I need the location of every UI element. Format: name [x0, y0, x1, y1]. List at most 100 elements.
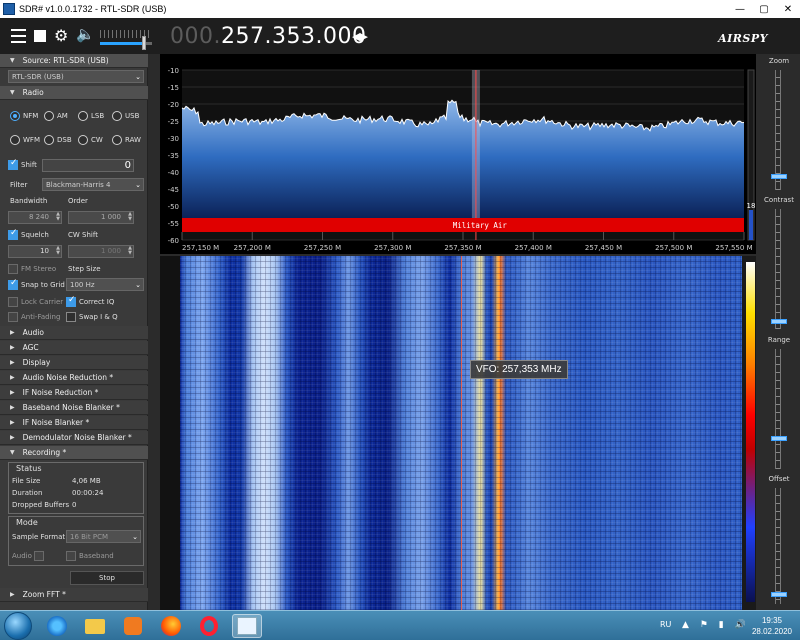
ie-taskbar-button[interactable]: [42, 614, 72, 638]
expand-arrow-icon: ▶: [10, 404, 15, 411]
snap-to-grid-checkbox[interactable]: [8, 278, 18, 290]
vfo-marker-line[interactable]: [461, 256, 462, 610]
spinner-icon[interactable]: ▲ ▼: [128, 246, 132, 256]
range-slider-handle[interactable]: [771, 436, 787, 441]
correct-iq-checkbox[interactable]: [66, 295, 76, 307]
gear-icon[interactable]: ⚙: [54, 26, 68, 45]
range-slider[interactable]: [775, 349, 781, 469]
frequency-display[interactable]: 000.257.353.000: [170, 24, 366, 49]
swap-iq-checkbox[interactable]: [66, 312, 76, 322]
mode-radio-am[interactable]: [44, 111, 54, 121]
mode-radio-usb[interactable]: [112, 111, 122, 121]
spectrum-plot[interactable]: -10 -15 -20 -25 -30 -35 -40 -45 -50 -55 -60 Militar…: [160, 54, 756, 254]
close-button[interactable]: ✕: [776, 0, 800, 18]
stop-icon[interactable]: [34, 30, 46, 42]
section-header-if-noise-reduction[interactable]: ▶ IF Noise Reduction *: [0, 386, 148, 400]
clock[interactable]: 19:35 28.02.2020: [752, 615, 792, 637]
mode-radio-lsb[interactable]: [78, 111, 88, 121]
mode-radio-wfm[interactable]: [10, 135, 20, 145]
squelch-input[interactable]: 10 ▲ ▼: [8, 245, 62, 258]
mode-radio-dsb[interactable]: [44, 135, 54, 145]
tray-icons[interactable]: ▲ ⚑ ▮ 🔊: [682, 620, 750, 630]
spinner-icon[interactable]: ▲ ▼: [128, 212, 132, 222]
mode-radio-raw[interactable]: [112, 135, 122, 145]
zoom-slider[interactable]: [775, 70, 781, 190]
spinner-icon[interactable]: ▲ ▼: [56, 246, 60, 256]
db-tick-label: -25: [168, 118, 179, 126]
start-orb-icon[interactable]: [4, 612, 32, 640]
minimize-button[interactable]: —: [728, 0, 752, 18]
section-recording-header[interactable]: ▼ Recording *: [0, 446, 148, 460]
offset-slider[interactable]: [775, 488, 781, 604]
firefox-icon: [161, 616, 181, 636]
source-device-select[interactable]: RTL-SDR (USB) ⌄: [8, 70, 144, 83]
maximize-button[interactable]: ▢: [752, 0, 776, 18]
file-size-label: File Size: [12, 477, 41, 485]
baseband-checkbox[interactable]: [66, 551, 76, 561]
lock-carrier-checkbox[interactable]: [8, 297, 18, 307]
airspy-logo: AIRSPY: [718, 32, 768, 45]
frequency-leading-digits[interactable]: 000.: [170, 24, 221, 49]
opera-taskbar-button[interactable]: [194, 614, 224, 638]
freq-tick-label: 257,300 M: [374, 244, 411, 252]
section-header-demodulator-noise-blanker[interactable]: ▶ Demodulator Noise Blanker *: [0, 431, 148, 445]
step-size-select[interactable]: 100 Hz ⌄: [66, 278, 144, 291]
freq-tick-label: 257,350 M: [444, 244, 481, 252]
section-header-agc[interactable]: ▶ AGC: [0, 341, 148, 355]
contrast-slider[interactable]: [775, 209, 781, 329]
collapse-arrow-icon: ▼: [10, 57, 15, 64]
contrast-slider-handle[interactable]: [771, 319, 787, 324]
bandwidth-input[interactable]: 8 240 ▲ ▼: [8, 211, 62, 224]
freq-tick-label: 257,500 M: [655, 244, 692, 252]
mode-radio-nfm[interactable]: [10, 111, 20, 121]
waterfall-margin: [160, 256, 180, 610]
freq-tick-label: 257,250 M: [304, 244, 341, 252]
section-header-baseband-noise-blanker[interactable]: ▶ Baseband Noise Blanker *: [0, 401, 148, 415]
filter-label: Filter: [10, 181, 28, 189]
folder-taskbar-button[interactable]: [80, 614, 110, 638]
fm-stereo-checkbox[interactable]: [8, 264, 18, 274]
squelch-checkbox[interactable]: [8, 228, 18, 240]
filter-select[interactable]: Blackman-Harris 4 ⌄: [42, 178, 144, 191]
sample-format-select[interactable]: 16 Bit PCM ⌄: [66, 530, 141, 543]
chevron-down-icon: ⌄: [135, 281, 141, 289]
firefox-taskbar-button[interactable]: [156, 614, 186, 638]
section-header-audio-noise-reduction[interactable]: ▶ Audio Noise Reduction *: [0, 371, 148, 385]
section-header-display[interactable]: ▶ Display: [0, 356, 148, 370]
spectrum-analyzer[interactable]: -10 -15 -20 -25 -30 -35 -40 -45 -50 -55 -60 Militar…: [160, 54, 756, 254]
mode-label-cw: CW: [91, 136, 103, 144]
duration-value: 00:00:24: [72, 489, 104, 497]
section-radio-header[interactable]: ▼ Radio: [0, 86, 148, 100]
order-input[interactable]: 1 000 ▲ ▼: [68, 211, 134, 224]
frequency-digits[interactable]: 257.353.000: [221, 24, 366, 49]
section-radio-label: Radio: [22, 88, 44, 97]
shift-input[interactable]: 0: [42, 159, 134, 172]
tune-arrows-icon[interactable]: ◀▶: [352, 30, 368, 43]
media-player-taskbar-button[interactable]: [118, 614, 148, 638]
speaker-icon[interactable]: 🔈: [76, 25, 95, 43]
audio-checkbox[interactable]: [34, 551, 44, 561]
waterfall-display[interactable]: [160, 256, 756, 610]
cw-shift-input[interactable]: 1 000 ▲ ▼: [68, 245, 134, 258]
opera-icon: [200, 616, 218, 636]
collapse-arrow-icon: ▼: [10, 449, 15, 456]
shift-checkbox[interactable]: [8, 158, 18, 170]
stop-recording-button[interactable]: Stop: [70, 571, 144, 585]
zoom-slider-handle[interactable]: [771, 174, 787, 179]
mode-radio-cw[interactable]: [78, 135, 88, 145]
section-source-header[interactable]: ▼ Source: RTL-SDR (USB): [0, 54, 148, 68]
freq-tick-label: 257,450 M: [585, 244, 622, 252]
app-icon: [3, 3, 15, 15]
sdrsharp-taskbar-button[interactable]: [232, 614, 262, 638]
volume-fill: [100, 42, 145, 45]
language-indicator[interactable]: RU: [660, 620, 671, 629]
offset-slider-handle[interactable]: [771, 592, 787, 597]
section-zoom-fft-header[interactable]: ▶ Zoom FFT *: [0, 588, 148, 602]
section-header-audio[interactable]: ▶ Audio: [0, 326, 148, 340]
volume-slider-handle[interactable]: [142, 36, 147, 50]
section-header-if-noise-blanker[interactable]: ▶ IF Noise Blanker *: [0, 416, 148, 430]
menu-icon[interactable]: [10, 29, 26, 43]
section-source-label: Source: RTL-SDR (USB): [22, 56, 109, 65]
spinner-icon[interactable]: ▲ ▼: [56, 212, 60, 222]
anti-fading-checkbox[interactable]: [8, 312, 18, 322]
